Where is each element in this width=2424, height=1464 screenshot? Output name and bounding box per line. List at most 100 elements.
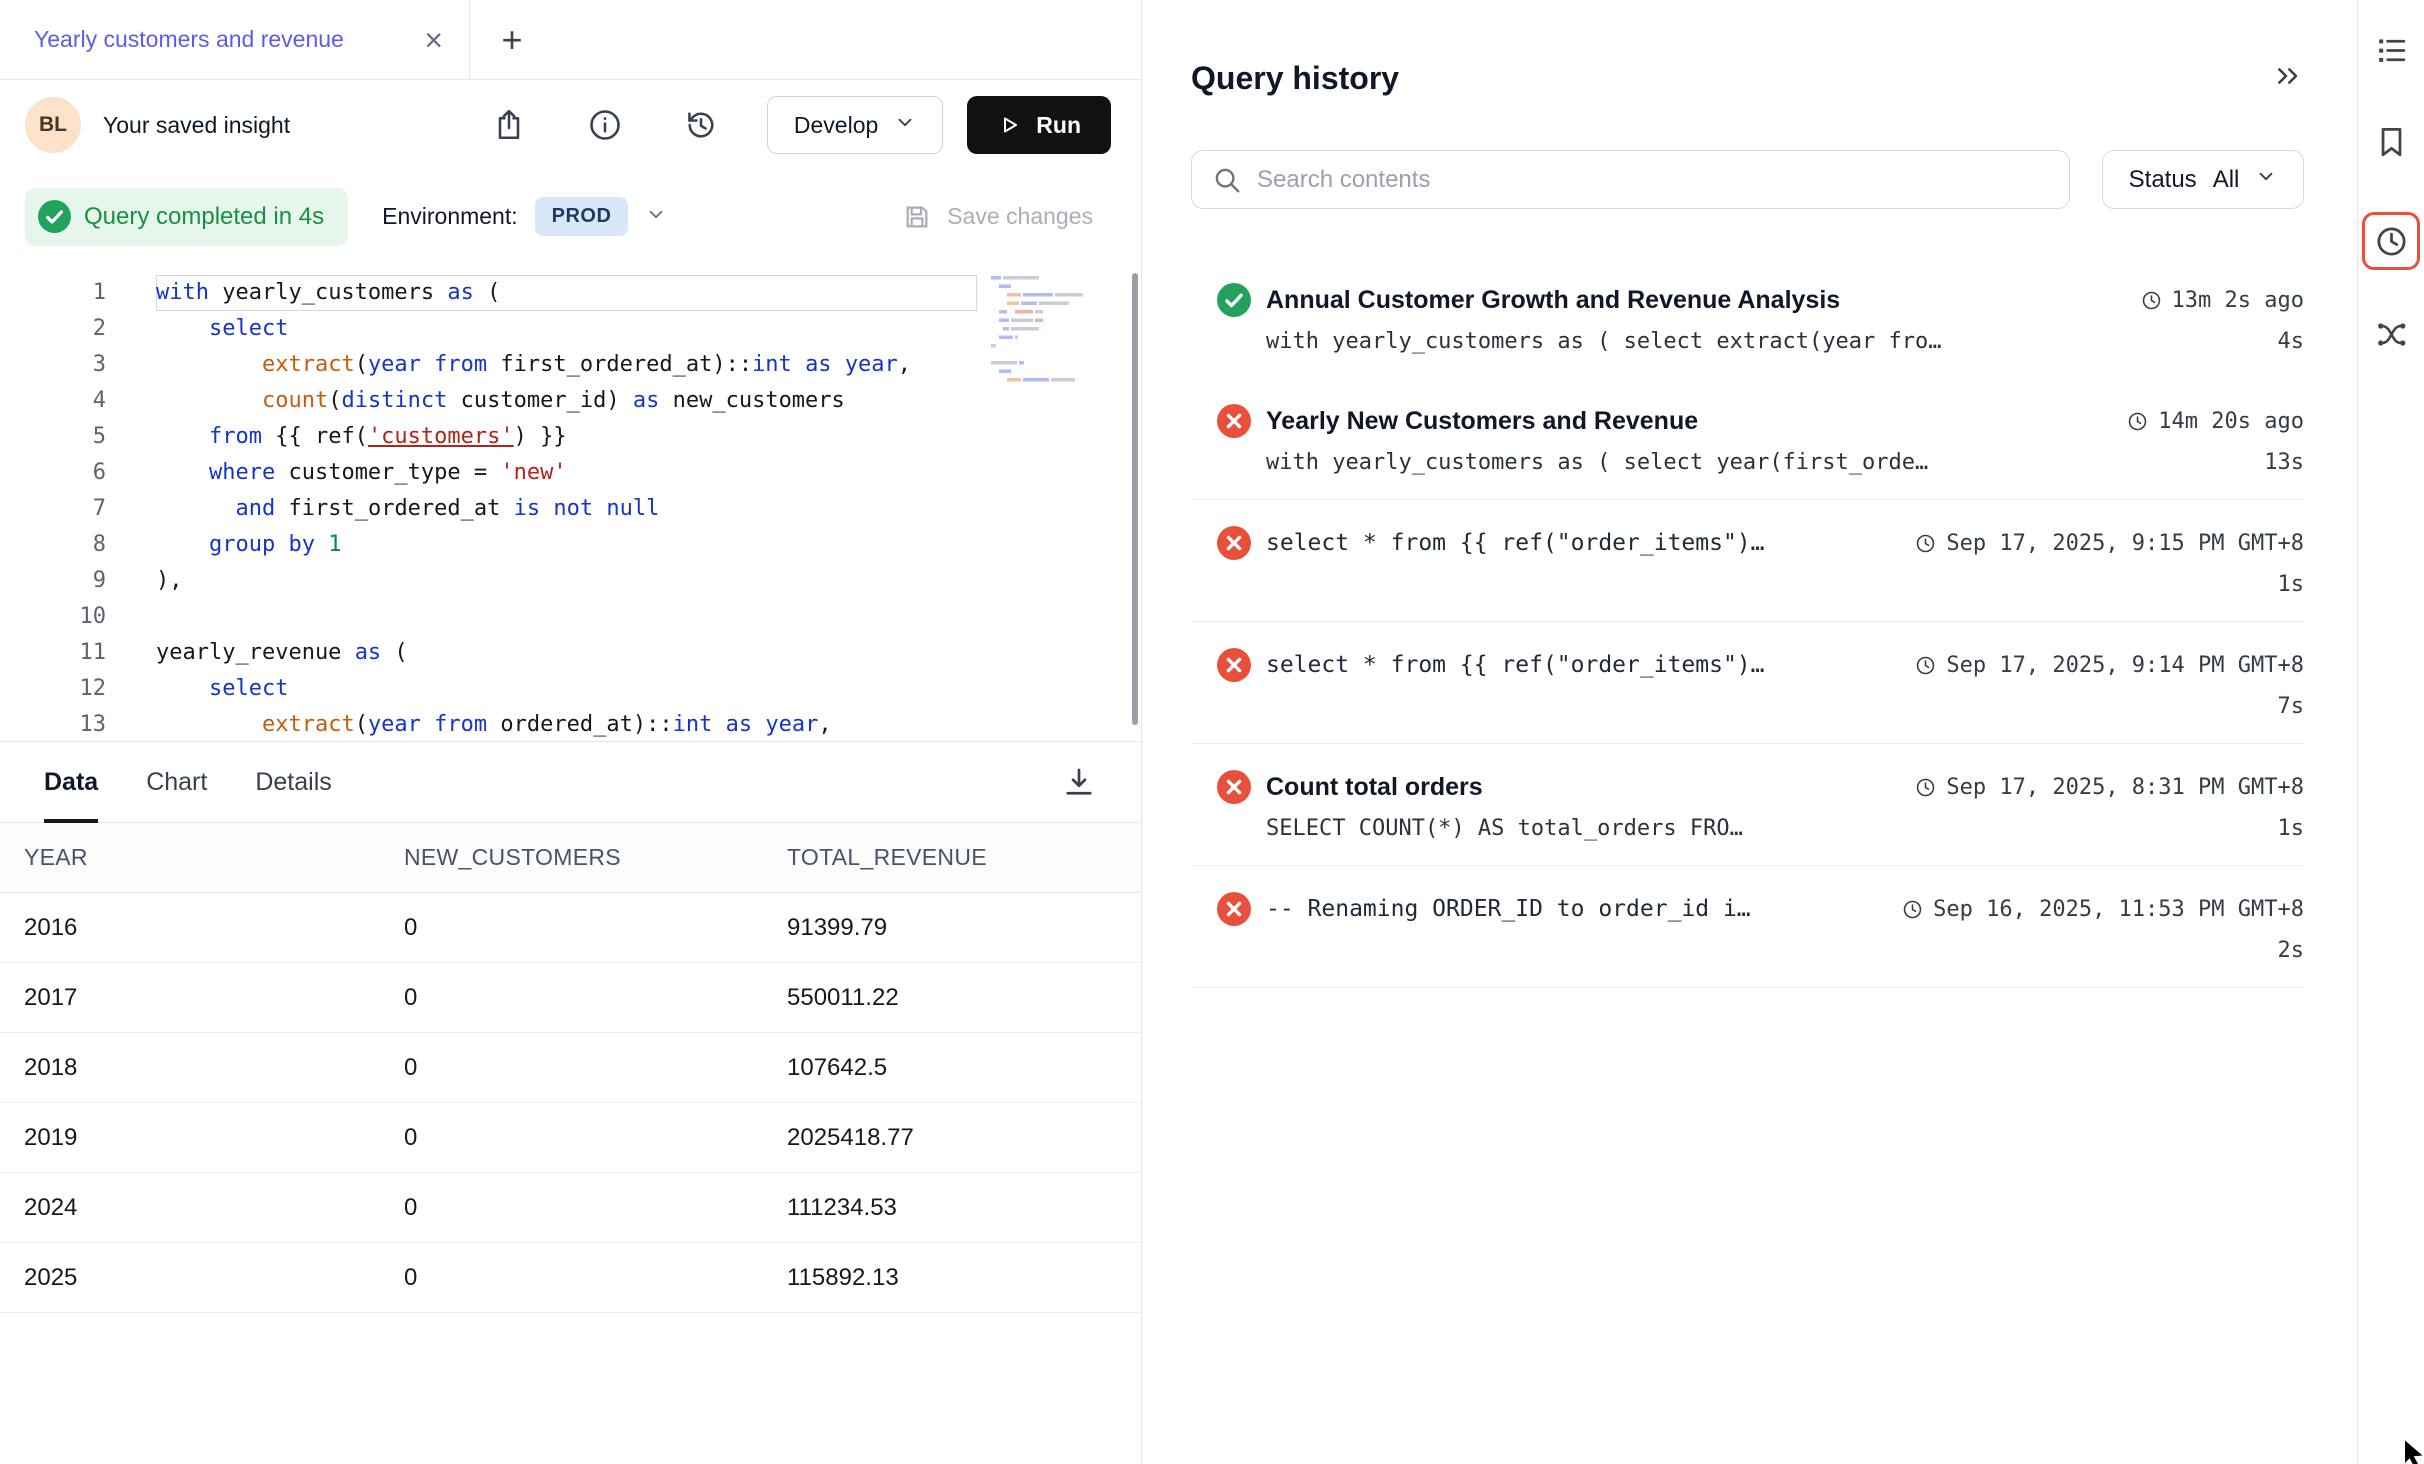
tab-bar: Yearly customers and revenue × + bbox=[0, 0, 1141, 80]
chevron-down-icon bbox=[645, 203, 667, 231]
code-line[interactable]: 13 extract(year from ordered_at)::int as… bbox=[0, 707, 977, 741]
code-line[interactable]: 4 count(distinct customer_id) as new_cus… bbox=[0, 383, 977, 419]
collapse-panel-icon[interactable] bbox=[2272, 60, 2304, 97]
results-table-body: 2016091399.7920170550011.2220180107642.5… bbox=[0, 893, 1141, 1313]
info-icon[interactable] bbox=[585, 105, 625, 145]
history-item-title: Yearly New Customers and Revenue bbox=[1266, 407, 2107, 436]
table-row[interactable]: 20180107642.5 bbox=[0, 1033, 1141, 1103]
results-tab-chart[interactable]: Chart bbox=[146, 742, 207, 822]
sql-editor[interactable]: 1with yearly_customers as (2 select3 ext… bbox=[0, 263, 1141, 741]
table-cell: 0 bbox=[404, 1124, 787, 1152]
code-line[interactable]: 9), bbox=[0, 563, 977, 599]
save-changes-button[interactable]: Save changes bbox=[901, 201, 1093, 233]
clock-icon bbox=[1902, 899, 1923, 920]
query-status-badge: Query completed in 4s bbox=[25, 188, 348, 246]
results-tabs: Data Chart Details bbox=[44, 742, 332, 822]
history-list: Annual Customer Growth and Revenue Analy… bbox=[1191, 257, 2304, 988]
results-tab-details[interactable]: Details bbox=[255, 742, 331, 822]
history-item[interactable]: select * from {{ ref("order_items")…Sep … bbox=[1191, 500, 2304, 622]
column-header: YEAR bbox=[24, 844, 404, 871]
history-item[interactable]: -- Renaming ORDER_ID to order_id i…Sep 1… bbox=[1191, 866, 2304, 988]
table-row[interactable]: 20240111234.53 bbox=[0, 1173, 1141, 1243]
share-icon[interactable] bbox=[489, 105, 529, 145]
table-row[interactable]: 20170550011.22 bbox=[0, 963, 1141, 1033]
table-row[interactable]: 20250115892.13 bbox=[0, 1243, 1141, 1313]
tab-yearly-customers-and-revenue[interactable]: Yearly customers and revenue × bbox=[0, 0, 470, 79]
history-item[interactable]: select * from {{ ref("order_items")…Sep … bbox=[1191, 622, 2304, 744]
table-cell: 2024 bbox=[24, 1194, 404, 1222]
code-line[interactable]: 6 where customer_type = 'new' bbox=[0, 455, 977, 491]
environment-selector[interactable]: Environment: PROD bbox=[382, 197, 667, 236]
code-text: yearly_revenue as ( bbox=[156, 635, 977, 671]
history-item-duration: 1s bbox=[2278, 572, 2305, 597]
code-text: where customer_type = 'new' bbox=[156, 455, 977, 491]
table-cell: 0 bbox=[404, 1054, 787, 1082]
history-item-bottom: 2s bbox=[1191, 938, 2304, 963]
history-item-bottom: with yearly_customers as ( select year(f… bbox=[1191, 450, 2304, 475]
code-line[interactable]: 11yearly_revenue as ( bbox=[0, 635, 977, 671]
column-header: TOTAL_REVENUE bbox=[787, 844, 1141, 871]
history-item-bottom: 7s bbox=[1191, 694, 2304, 719]
code-line[interactable]: 8 group by 1 bbox=[0, 527, 977, 563]
status-bar: Query completed in 4s Environment: PROD … bbox=[0, 170, 1141, 263]
develop-button[interactable]: Develop bbox=[767, 96, 943, 154]
list-panel-icon[interactable] bbox=[2369, 28, 2413, 72]
bookmark-icon[interactable] bbox=[2369, 120, 2413, 164]
error-icon bbox=[1217, 770, 1251, 804]
code-text: select bbox=[156, 311, 977, 347]
table-cell: 111234.53 bbox=[787, 1194, 1141, 1222]
history-item-bottom: 1s bbox=[1191, 572, 2304, 597]
document-header: BL Your saved insight Develop bbox=[0, 80, 1141, 170]
query-history-header: Query history bbox=[1191, 0, 2304, 98]
lineage-icon[interactable] bbox=[2369, 312, 2413, 356]
close-tab-icon[interactable]: × bbox=[424, 24, 443, 56]
code-line[interactable]: 1with yearly_customers as ( bbox=[0, 275, 977, 311]
table-cell: 0 bbox=[404, 1264, 787, 1292]
code-line[interactable]: 3 extract(year from first_ordered_at)::i… bbox=[0, 347, 977, 383]
history-item[interactable]: Count total ordersSep 17, 2025, 8:31 PM … bbox=[1191, 744, 2304, 866]
clock-icon bbox=[1915, 533, 1936, 554]
code-line[interactable]: 12 select bbox=[0, 671, 977, 707]
results-table-header: YEARNEW_CUSTOMERSTOTAL_REVENUE bbox=[0, 823, 1141, 893]
code-line[interactable]: 7 and first_ordered_at is not null bbox=[0, 491, 977, 527]
chevron-down-icon bbox=[2255, 165, 2277, 194]
table-row[interactable]: 201902025418.77 bbox=[0, 1103, 1141, 1173]
new-tab-button[interactable]: + bbox=[470, 0, 554, 79]
error-icon bbox=[1217, 526, 1251, 560]
code-line[interactable]: 5 from {{ ref('customers') }} bbox=[0, 419, 977, 455]
status-filter-label: Status bbox=[2129, 166, 2197, 194]
environment-label: Environment: bbox=[382, 203, 518, 230]
code-line[interactable]: 10 bbox=[0, 599, 977, 635]
history-item-snippet: with yearly_customers as ( select extrac… bbox=[1266, 329, 2278, 354]
search-box[interactable] bbox=[1191, 150, 2070, 209]
run-button[interactable]: Run bbox=[967, 96, 1111, 154]
line-number: 4 bbox=[0, 383, 156, 419]
tab-title: Yearly customers and revenue bbox=[34, 26, 406, 53]
table-row[interactable]: 2016091399.79 bbox=[0, 893, 1141, 963]
line-number: 12 bbox=[0, 671, 156, 707]
code-text: from {{ ref('customers') }} bbox=[156, 419, 977, 455]
version-history-icon[interactable] bbox=[681, 105, 721, 145]
download-icon[interactable] bbox=[1059, 762, 1099, 802]
status-filter-dropdown[interactable]: Status All bbox=[2102, 150, 2304, 209]
clock-icon bbox=[1915, 777, 1936, 798]
editor-scrollbar[interactable] bbox=[1132, 273, 1138, 725]
search-input[interactable] bbox=[1257, 166, 2049, 194]
history-item-snippet: with yearly_customers as ( select year(f… bbox=[1266, 450, 2264, 475]
minimap[interactable] bbox=[989, 273, 1123, 413]
results-tab-bar: Data Chart Details bbox=[0, 741, 1141, 823]
check-circle-icon bbox=[38, 200, 71, 233]
column-header: NEW_CUSTOMERS bbox=[404, 844, 787, 871]
history-item-title: Count total orders bbox=[1266, 773, 1895, 802]
history-item[interactable]: Yearly New Customers and Revenue14m 20s … bbox=[1191, 378, 2304, 500]
chevron-down-icon bbox=[894, 111, 916, 139]
history-clock-icon[interactable] bbox=[2362, 212, 2420, 270]
history-item[interactable]: Annual Customer Growth and Revenue Analy… bbox=[1191, 257, 2304, 378]
history-item-title: select * from {{ ref("order_items")… bbox=[1266, 530, 1895, 556]
code-text: count(distinct customer_id) as new_custo… bbox=[156, 383, 977, 419]
results-tab-data[interactable]: Data bbox=[44, 742, 98, 822]
history-item-top: select * from {{ ref("order_items")…Sep … bbox=[1191, 648, 2304, 682]
table-cell: 0 bbox=[404, 914, 787, 942]
code-line[interactable]: 2 select bbox=[0, 311, 977, 347]
code-text: with yearly_customers as ( bbox=[156, 275, 977, 311]
